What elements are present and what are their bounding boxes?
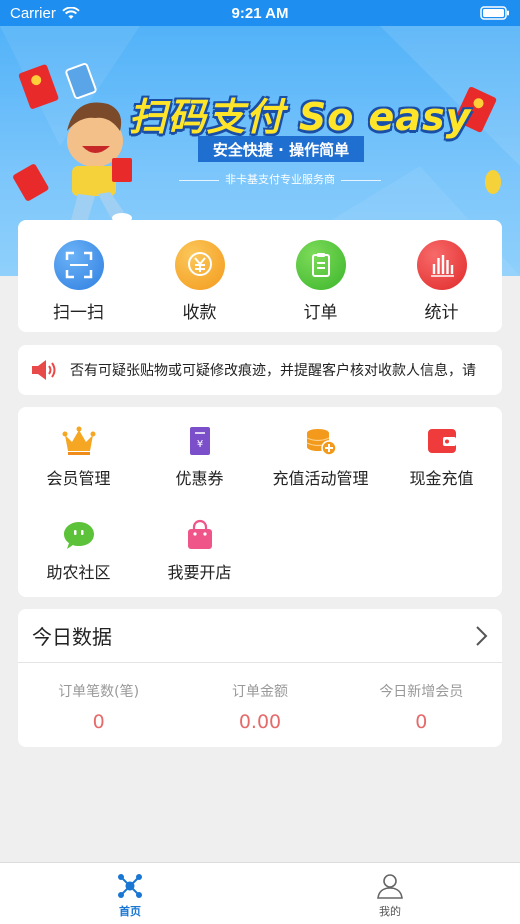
home-network-icon: [118, 874, 142, 898]
order-amount-label: 订单金额: [231, 684, 288, 700]
receive-money-button[interactable]: 收款: [139, 220, 260, 332]
today-data-header[interactable]: 今日数据: [18, 609, 502, 663]
order-count-value: 0: [92, 711, 105, 733]
tab-home[interactable]: 首页: [0, 863, 260, 924]
today-data-title: 今日数据: [32, 625, 112, 649]
scan-label: 扫一扫: [53, 303, 104, 323]
banner-title: 扫码支付 So easy: [128, 95, 472, 139]
chat-bubble-icon: [63, 522, 94, 549]
open-store-button[interactable]: 我要开店: [139, 519, 260, 583]
tab-mine-label: 我的: [379, 905, 401, 918]
red-envelope-icon: [13, 164, 49, 201]
quick-actions-card: 扫一扫 收款 订单 统计: [18, 220, 502, 332]
cash-recharge-label: 现金充值: [409, 469, 474, 488]
tab-home-label: 首页: [119, 905, 141, 918]
recharge-activity-label: 充值活动管理: [272, 469, 369, 488]
new-members-stat: 今日新增会员 0: [341, 663, 502, 733]
scan-icon: [53, 240, 104, 290]
shopping-bag-icon: [187, 519, 212, 549]
coins-add-icon: [306, 429, 337, 456]
farm-community-label: 助农社区: [46, 563, 111, 582]
recharge-activity-button[interactable]: 充值活动管理: [260, 425, 381, 489]
svg-text:¥: ¥: [196, 439, 202, 450]
wallet-icon: [427, 429, 456, 453]
coupon-icon: ¥: [186, 427, 213, 455]
person-icon: [377, 874, 403, 899]
today-stats: 订单笔数(笔) 0 订单金额 0.00 今日新增会员 0: [18, 663, 502, 733]
order-label: 订单: [303, 303, 338, 323]
scan-button[interactable]: 扫一扫: [18, 220, 139, 332]
carrier-label: Carrier: [10, 4, 56, 22]
farm-community-button[interactable]: 助农社区: [18, 519, 139, 583]
new-members-label: 今日新增会员: [379, 684, 464, 700]
new-members-value: 0: [415, 711, 428, 733]
statistics-button[interactable]: 统计: [381, 220, 502, 332]
order-button[interactable]: 订单: [260, 220, 381, 332]
statistics-icon: [416, 240, 467, 290]
open-store-label: 我要开店: [167, 563, 232, 582]
gold-coin-icon: [485, 170, 501, 194]
receive-money-label: 收款: [182, 303, 217, 323]
speaker-icon: [32, 360, 56, 380]
order-count-label: 订单笔数(笔): [58, 684, 140, 700]
feature-grid-card: 会员管理 ¥ 优惠券 充值活动管理 现金充值 助农社区 我要开店: [18, 407, 502, 597]
statistics-label: 统计: [424, 303, 459, 323]
coupon-button[interactable]: ¥ 优惠券: [139, 425, 260, 489]
order-count-stat: 订单笔数(笔) 0: [18, 663, 179, 733]
order-amount-value: 0.00: [238, 711, 282, 733]
status-bar: Carrier 9:21 AM: [0, 0, 520, 26]
notice-text: 否有可疑张贴物或可疑修改痕迹，并提醒客户核对收款人信息，请: [70, 363, 476, 379]
banner-subline: 非卡基支付专业服务商: [160, 171, 400, 187]
battery-icon: [480, 6, 509, 20]
carrier-indicator: Carrier: [10, 5, 80, 22]
order-amount-stat: 订单金额 0.00: [179, 663, 340, 733]
today-data-card: 今日数据 订单笔数(笔) 0 订单金额 0.00 今日新增会员 0: [18, 609, 502, 747]
notice-bar[interactable]: 否有可疑张贴物或可疑修改痕迹，并提醒客户核对收款人信息，请: [18, 345, 502, 395]
receive-money-icon: [174, 240, 225, 290]
coupon-label: 优惠券: [175, 469, 224, 488]
wifi-icon: [62, 6, 80, 19]
crown-icon: [62, 426, 95, 455]
cash-recharge-button[interactable]: 现金充值: [381, 425, 502, 489]
member-management-label: 会员管理: [46, 469, 111, 488]
chevron-right-icon: [476, 625, 488, 646]
member-management-button[interactable]: 会员管理: [18, 425, 139, 489]
banner-ribbon: 安全快捷 · 操作简单: [198, 136, 364, 162]
tab-mine[interactable]: 我的: [260, 863, 520, 924]
order-clipboard-icon: [295, 240, 346, 290]
tab-bar: 首页 我的: [0, 862, 520, 924]
